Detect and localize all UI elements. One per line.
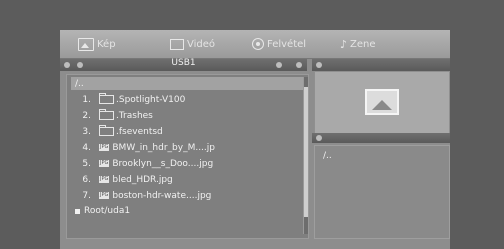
- item-number: 5.: [82, 158, 91, 169]
- preview-header: [312, 59, 450, 71]
- tab-photo-label: Kép: [97, 38, 116, 50]
- image-placeholder-icon: [365, 89, 399, 115]
- music-icon: ♪: [340, 37, 348, 51]
- item-name: .Trashes: [116, 110, 153, 121]
- video-icon: [170, 38, 184, 50]
- scrollbar-thumb[interactable]: [304, 87, 308, 217]
- list-item[interactable]: 2. .Trashes: [71, 109, 303, 122]
- tab-recording[interactable]: Felvétel: [252, 35, 306, 53]
- square-bullet-icon: [75, 208, 80, 214]
- item-name: boston-hdr-wate....jpg: [112, 190, 212, 201]
- root-path: Root/uda1: [75, 206, 130, 216]
- item-name: .Spotlight-V100: [116, 94, 186, 105]
- list-item[interactable]: 3. .fseventsd: [71, 125, 303, 138]
- info-panel: /..: [314, 145, 450, 239]
- header-dot-icon: [296, 62, 302, 68]
- item-name: .fseventsd: [116, 126, 163, 137]
- tab-music-label: Zene: [350, 38, 376, 50]
- item-number: 2.: [82, 110, 91, 121]
- item-name: Brooklyn__s_Doo....jpg: [112, 158, 214, 169]
- info-header: [312, 133, 450, 143]
- header-dot-icon: [316, 62, 322, 68]
- media-tabs: Kép Videó Felvétel ♪ Zene: [60, 30, 450, 59]
- list-scrollbar[interactable]: [303, 77, 308, 234]
- item-number: 3.: [82, 126, 91, 137]
- header-dot-icon: [316, 135, 322, 141]
- tab-music[interactable]: ♪ Zene: [340, 35, 376, 53]
- folder-icon: [99, 125, 114, 136]
- tab-video[interactable]: Videó: [170, 35, 215, 53]
- parent-dir-label: /..: [75, 78, 84, 89]
- tab-recording-label: Felvétel: [267, 38, 307, 50]
- list-item[interactable]: 1. .Spotlight-V100: [71, 93, 303, 106]
- list-item[interactable]: 7. JPG boston-hdr-wate....jpg: [71, 189, 303, 202]
- list-item[interactable]: 4. JPG BMW_in_hdr_by_M....jp: [71, 141, 303, 154]
- jpg-file-icon: JPG: [99, 144, 110, 151]
- record-icon: [252, 38, 264, 50]
- list-item[interactable]: 6. JPG bled_HDR.jpg: [71, 173, 303, 186]
- list-item-parent[interactable]: /..: [71, 77, 303, 90]
- folder-icon: [99, 93, 114, 104]
- media-browser-window: Kép Videó Felvétel ♪ Zene USB1 /.. 1. .S…: [60, 30, 450, 249]
- photo-icon: [78, 37, 94, 51]
- root-path-label: Root/uda1: [84, 206, 131, 216]
- header-dot-icon: [276, 62, 282, 68]
- item-number: 4.: [82, 142, 91, 153]
- jpg-file-icon: JPG: [99, 160, 110, 167]
- info-path: /..: [323, 151, 332, 161]
- item-number: 1.: [82, 94, 91, 105]
- jpg-file-icon: JPG: [99, 192, 110, 199]
- item-name: BMW_in_hdr_by_M....jp: [112, 142, 215, 153]
- file-list: /.. 1. .Spotlight-V100 2. .Trashes 3. .f…: [66, 74, 309, 239]
- tab-video-label: Videó: [187, 38, 216, 50]
- folder-icon: [99, 109, 114, 120]
- list-item[interactable]: 5. JPG Brooklyn__s_Doo....jpg: [71, 157, 303, 170]
- jpg-file-icon: JPG: [99, 176, 110, 183]
- item-number: 7.: [82, 190, 91, 201]
- browser-title: USB1: [171, 58, 196, 68]
- browser-header: USB1: [60, 58, 307, 71]
- preview-panel: [314, 71, 450, 134]
- item-number: 6.: [82, 174, 91, 185]
- item-name: bled_HDR.jpg: [112, 174, 173, 185]
- tab-photo[interactable]: Kép: [78, 35, 116, 53]
